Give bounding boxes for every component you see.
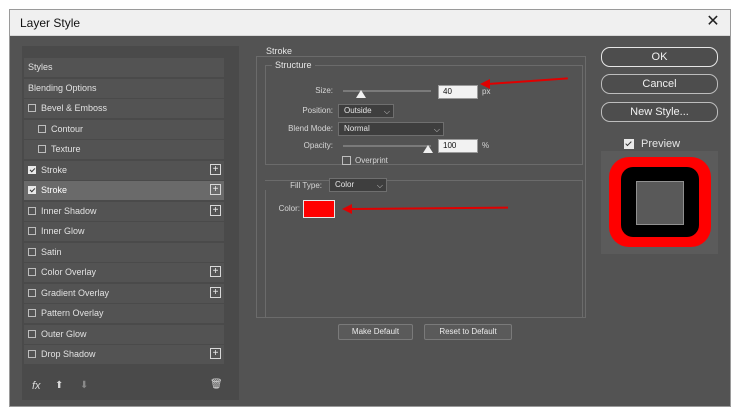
style-list-label: Satin: [41, 246, 62, 257]
styles-list-scrollbar[interactable]: [227, 56, 237, 386]
style-list-item[interactable]: Stroke +: [24, 160, 224, 180]
style-list-item[interactable]: Contour: [24, 119, 224, 139]
close-icon[interactable]: ✕: [704, 13, 722, 31]
style-list-label: Blending Options: [28, 82, 97, 93]
fx-icon[interactable]: fx: [32, 380, 41, 392]
style-list-checkbox[interactable]: [38, 124, 46, 133]
style-list-checkbox[interactable]: [28, 350, 36, 358]
opacity-input[interactable]: 100: [438, 139, 478, 153]
add-style-instance-icon[interactable]: +: [210, 286, 221, 298]
style-list-item[interactable]: Drop Shadow +: [24, 345, 224, 364]
size-slider-thumb[interactable]: [355, 90, 366, 98]
make-default-button[interactable]: Make Default: [338, 324, 413, 340]
style-list-label: Texture: [51, 144, 81, 154]
cancel-button[interactable]: Cancel: [601, 74, 718, 94]
add-style-instance-icon[interactable]: +: [210, 266, 221, 277]
styles-list-panel: Styles Blending Options Bevel & Emboss Cont…: [22, 46, 239, 400]
style-list-item[interactable]: Inner Glow: [24, 222, 224, 241]
fill-type-value: Color: [335, 180, 355, 189]
add-style-instance-icon[interactable]: +: [210, 184, 221, 195]
style-list-label: Contour: [51, 123, 84, 134]
style-list-item[interactable]: Styles: [24, 58, 224, 77]
fill-type-dropdown[interactable]: Color ⌵: [329, 178, 387, 192]
style-list-label: Pattern Overlay: [41, 308, 104, 318]
add-style-instance-icon[interactable]: +: [210, 348, 221, 359]
add-style-instance-icon[interactable]: +: [210, 163, 221, 175]
chevron-down-icon: ⌵: [383, 107, 390, 116]
style-list-item[interactable]: Blending Options: [24, 78, 224, 98]
style-list-label: Stroke: [41, 164, 68, 175]
style-list-checkbox[interactable]: [38, 145, 46, 153]
fill-type-label: Fill Type:: [265, 181, 322, 190]
style-list-item[interactable]: Gradient Overlay +: [24, 283, 224, 303]
annotation-arrowhead-size: [480, 79, 490, 89]
style-list-checkbox[interactable]: [28, 247, 36, 256]
annotation-arrowhead-color: [342, 204, 352, 214]
style-list-checkbox[interactable]: [28, 104, 36, 112]
style-list-checkbox[interactable]: [28, 268, 36, 276]
move-down-icon[interactable]: ⬇: [80, 380, 88, 391]
style-list-label: Stroke: [41, 185, 68, 195]
ok-button[interactable]: OK: [601, 47, 718, 67]
style-list-label: Bevel & Emboss: [41, 103, 108, 113]
stroke-color-swatch[interactable]: [303, 200, 335, 218]
reset-to-default-button[interactable]: Reset to Default: [424, 324, 512, 340]
blend-mode-dropdown[interactable]: Normal ⌵: [338, 122, 444, 136]
position-label: Position:: [302, 106, 333, 115]
preview-fill: [636, 181, 684, 225]
style-list-checkbox[interactable]: [28, 227, 36, 235]
opacity-label: Opacity:: [303, 141, 333, 150]
layer-style-dialog: Layer Style ✕ Styles Blending Options Beve…: [10, 10, 730, 406]
opacity-slider-track[interactable]: [343, 145, 431, 147]
style-preview: [601, 151, 718, 254]
style-list-checkbox[interactable]: [28, 165, 36, 174]
chevron-down-icon: ⌵: [376, 181, 383, 190]
style-list-label: Inner Glow: [41, 226, 85, 236]
color-label: Color:: [278, 204, 300, 213]
preview-label: Preview: [641, 138, 681, 150]
style-list-item[interactable]: Color Overlay +: [24, 263, 224, 282]
position-value: Outside: [344, 106, 372, 115]
style-list-checkbox[interactable]: [28, 206, 36, 215]
opacity-slider-thumb[interactable]: [423, 145, 433, 153]
style-list-checkbox[interactable]: [28, 288, 36, 297]
style-list-label: Outer Glow: [41, 328, 87, 339]
position-dropdown[interactable]: Outside ⌵: [338, 104, 394, 118]
size-label: Size:: [315, 86, 333, 95]
preview-stroke: [609, 157, 711, 247]
preview-border: [621, 167, 699, 237]
style-list-checkbox[interactable]: [28, 309, 36, 317]
new-style-button[interactable]: New Style...: [601, 102, 718, 122]
style-list-item[interactable]: Inner Shadow +: [24, 201, 224, 221]
title-bar: Layer Style ✕: [10, 10, 730, 36]
move-up-icon[interactable]: ⬆: [55, 380, 63, 391]
style-list-label: Drop Shadow: [41, 349, 96, 359]
size-input[interactable]: 40: [438, 85, 478, 99]
style-list-label: Color Overlay: [41, 267, 97, 277]
style-list-item[interactable]: Stroke +: [24, 181, 224, 200]
overprint-label: Overprint: [355, 156, 388, 165]
blend-mode-value: Normal: [344, 124, 370, 133]
chevron-down-icon: ⌵: [433, 125, 440, 134]
style-list-label: Inner Shadow: [41, 205, 97, 216]
structure-heading: Structure: [272, 60, 315, 70]
stroke-settings-panel: Stroke Structure Size: 40 px Position: O…: [255, 46, 595, 346]
style-list-checkbox[interactable]: [28, 329, 36, 338]
style-list-label: Styles: [28, 62, 53, 72]
style-list-item[interactable]: Bevel & Emboss: [24, 99, 224, 118]
style-list-item[interactable]: Pattern Overlay: [24, 304, 224, 323]
trash-icon[interactable]: 🗑: [210, 379, 223, 390]
style-list-label: Gradient Overlay: [41, 287, 110, 298]
preview-checkbox[interactable]: [624, 139, 634, 149]
dialog-title: Layer Style: [20, 16, 81, 30]
opacity-unit: %: [482, 141, 490, 150]
add-style-instance-icon[interactable]: +: [210, 204, 221, 216]
style-list-item[interactable]: Satin: [24, 242, 224, 262]
style-list-item[interactable]: Outer Glow: [24, 324, 224, 344]
stroke-heading: Stroke: [266, 46, 293, 56]
overprint-checkbox[interactable]: [342, 156, 351, 165]
style-list-checkbox[interactable]: [28, 186, 36, 194]
style-list-item[interactable]: Texture: [24, 140, 224, 159]
blend-mode-label: Blend Mode:: [288, 124, 333, 133]
